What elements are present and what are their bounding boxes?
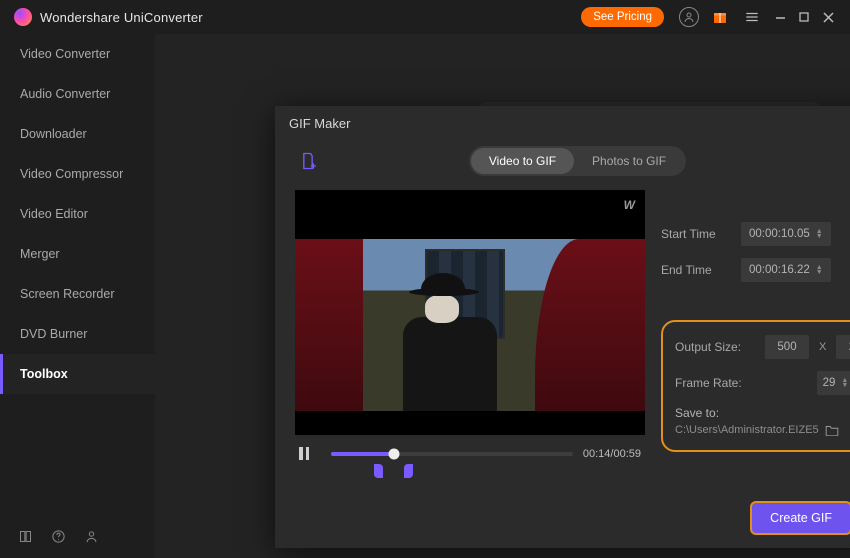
start-time-value: 00:00:10.05 <box>749 228 810 240</box>
end-time-label: End Time <box>661 263 731 277</box>
app-name: Wondershare UniConverter <box>40 10 203 25</box>
sidebar-item-video-editor[interactable]: Video Editor <box>0 194 155 234</box>
gif-maker-modal: GIF Maker Video to GIF Photos to GIF <box>275 106 850 548</box>
save-path-value: C:\Users\Administrator.EIZE5 <box>675 424 819 436</box>
tab-video-to-gif[interactable]: Video to GIF <box>471 148 574 174</box>
start-time-label: Start Time <box>661 227 731 241</box>
user-icon[interactable] <box>84 529 99 544</box>
sidebar-item-video-compressor[interactable]: Video Compressor <box>0 154 155 194</box>
maximize-button[interactable] <box>792 5 816 29</box>
multiply-icon: X <box>819 341 826 353</box>
modal-title: GIF Maker <box>289 116 350 131</box>
minimize-button[interactable] <box>768 5 792 29</box>
stepper-arrows-icon[interactable]: ▲▼ <box>816 265 823 275</box>
titlebar: Wondershare UniConverter See Pricing <box>0 0 850 34</box>
gift-icon[interactable] <box>709 6 731 28</box>
see-pricing-button[interactable]: See Pricing <box>581 7 664 27</box>
output-size-label: Output Size: <box>675 340 755 354</box>
content-area: Metadata edit metadata es r rom CD GIF M… <box>155 34 850 558</box>
end-time-input[interactable]: 00:00:16.22 ▲▼ <box>741 258 831 282</box>
save-to-label: Save to: <box>675 406 850 420</box>
stepper-arrows-icon[interactable]: ▲▼ <box>816 229 823 239</box>
sidebar: Video Converter Audio Converter Download… <box>0 34 155 558</box>
add-file-icon[interactable] <box>297 150 319 172</box>
output-width-input[interactable]: 500 <box>765 335 809 359</box>
video-preview[interactable]: W <box>295 190 645 435</box>
help-icon[interactable] <box>51 529 66 544</box>
pause-button[interactable] <box>299 447 321 460</box>
hamburger-menu-icon[interactable] <box>741 6 763 28</box>
output-settings-group: Output Size: 500 X 281 Frame Rate: 29 ▲▼ <box>661 320 850 452</box>
time-display: 00:14/00:59 <box>583 448 641 460</box>
range-start-handle[interactable] <box>374 464 383 478</box>
sidebar-item-screen-recorder[interactable]: Screen Recorder <box>0 274 155 314</box>
seek-thumb[interactable] <box>388 448 399 459</box>
stepper-arrows-icon[interactable]: ▲▼ <box>841 378 848 388</box>
output-height-input[interactable]: 281 <box>836 335 850 359</box>
sidebar-item-downloader[interactable]: Downloader <box>0 114 155 154</box>
tab-photos-to-gif[interactable]: Photos to GIF <box>574 148 684 174</box>
book-icon[interactable] <box>18 529 33 544</box>
mode-segmented: Video to GIF Photos to GIF <box>469 146 686 176</box>
folder-browse-icon[interactable] <box>825 424 839 436</box>
sidebar-item-toolbox[interactable]: Toolbox <box>0 354 155 394</box>
end-time-value: 00:00:16.22 <box>749 264 810 276</box>
watermark-icon: W <box>624 198 635 212</box>
sidebar-item-video-converter[interactable]: Video Converter <box>0 34 155 74</box>
sidebar-item-dvd-burner[interactable]: DVD Burner <box>0 314 155 354</box>
app-logo-icon <box>14 8 32 26</box>
start-time-input[interactable]: 00:00:10.05 ▲▼ <box>741 222 831 246</box>
frame-rate-label: Frame Rate: <box>675 376 755 390</box>
close-button[interactable] <box>816 5 840 29</box>
frame-rate-value: 29 <box>823 377 836 389</box>
sidebar-item-merger[interactable]: Merger <box>0 234 155 274</box>
avatar-icon[interactable] <box>679 7 699 27</box>
frame-rate-input[interactable]: 29 ▲▼ <box>817 371 850 395</box>
create-gif-button[interactable]: Create GIF <box>750 501 850 535</box>
range-end-handle[interactable] <box>404 464 413 478</box>
sidebar-item-audio-converter[interactable]: Audio Converter <box>0 74 155 114</box>
seek-slider[interactable] <box>331 452 573 456</box>
